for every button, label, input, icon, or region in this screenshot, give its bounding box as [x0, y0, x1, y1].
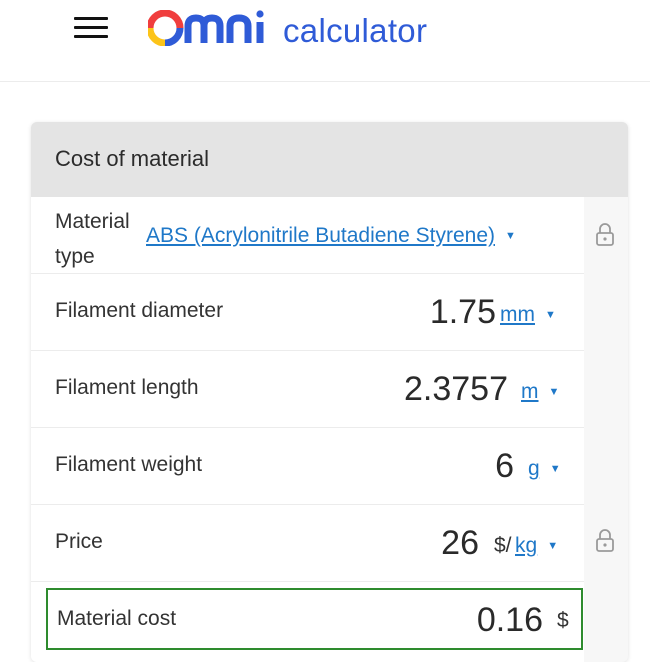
price-input[interactable]: 26 — [441, 524, 479, 563]
row-price: Price 26 $/ kg ▼ — [31, 505, 584, 582]
caret-down-icon: ▼ — [548, 386, 560, 398]
material-type-select[interactable]: ABS (Acrylonitrile Butadiene Styrene) ▼ — [146, 224, 516, 248]
logo-text: calculator — [283, 12, 428, 49]
filament-weight-unit: g — [528, 457, 540, 480]
filament-diameter-label: Filament diameter — [55, 299, 224, 322]
cost-of-material-card: Cost of material Material type ABS (Acry… — [31, 122, 628, 662]
filament-length-unit-select[interactable]: m ▼ — [521, 380, 559, 404]
row-material-type: Material type ABS (Acrylonitrile Butadie… — [31, 197, 584, 274]
filament-diameter-unit: mm — [500, 303, 535, 326]
material-type-label: Material type — [55, 210, 130, 268]
filament-diameter-input[interactable]: 1.75 — [430, 293, 496, 332]
material-type-value: ABS (Acrylonitrile Butadiene Styrene) — [146, 224, 495, 247]
lock-icon[interactable] — [594, 222, 616, 248]
filament-weight-label: Filament weight — [55, 453, 203, 476]
card-header: Cost of material — [31, 122, 628, 197]
price-unit-select[interactable]: kg ▼ — [515, 534, 558, 558]
lock-icon[interactable] — [594, 528, 616, 554]
row-filament-length: Filament length 2.3757 m ▼ — [31, 351, 584, 428]
material-cost-unit: $ — [557, 609, 569, 632]
filament-weight-input[interactable]: 6 — [495, 447, 514, 486]
top-bar: calculator — [0, 0, 650, 82]
material-cost-value[interactable]: 0.16 — [477, 601, 543, 640]
filament-diameter-unit-select[interactable]: mm ▼ — [500, 303, 556, 327]
price-label: Price — [55, 530, 103, 553]
row-filament-diameter: Filament diameter 1.75 mm ▼ — [31, 274, 584, 351]
filament-length-input[interactable]: 2.3757 — [404, 370, 508, 409]
filament-length-unit: m — [521, 380, 539, 403]
card-title: Cost of material — [55, 146, 210, 171]
row-filament-weight: Filament weight 6 g ▼ — [31, 428, 584, 505]
filament-length-label: Filament length — [55, 376, 199, 399]
filament-weight-unit-select[interactable]: g ▼ — [528, 457, 561, 481]
caret-down-icon: ▼ — [505, 230, 516, 242]
hamburger-icon[interactable] — [74, 17, 108, 39]
omni-logo-mark — [148, 10, 264, 46]
material-cost-label: Material cost — [57, 607, 177, 630]
caret-down-icon: ▼ — [547, 540, 559, 552]
caret-down-icon: ▼ — [549, 463, 561, 475]
caret-down-icon: ▼ — [545, 309, 556, 321]
price-unit-prefix: $/ — [494, 534, 512, 557]
price-unit: kg — [515, 534, 538, 557]
material-cost-result: Material cost 0.16 $ — [46, 588, 583, 650]
